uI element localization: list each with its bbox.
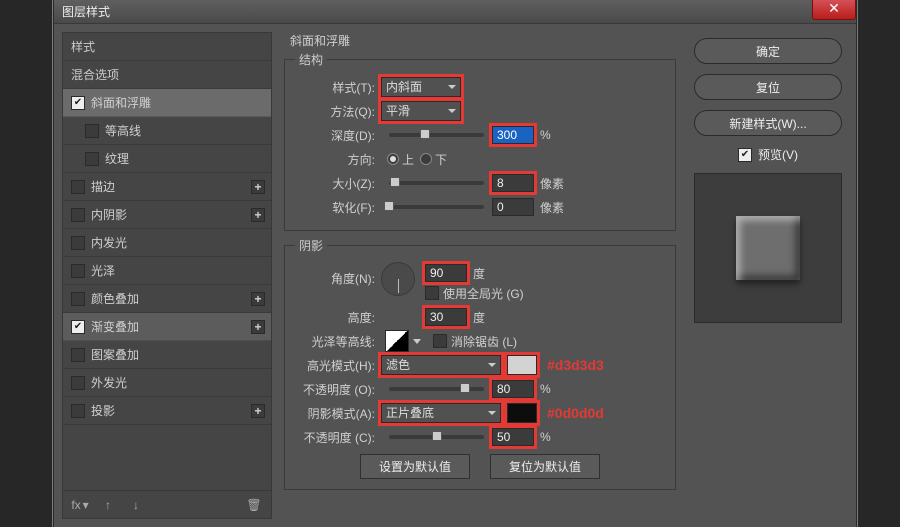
depth-slider[interactable] (389, 133, 484, 137)
shadow-mode-select[interactable]: 正片叠底 (381, 403, 501, 423)
style-item-bevel[interactable]: ✔ 斜面和浮雕 (63, 89, 271, 117)
style-item-texture[interactable]: 纹理 (63, 145, 271, 173)
checkbox-on-icon[interactable]: ✔ (71, 320, 85, 334)
new-style-button[interactable]: 新建样式(W)... (694, 110, 842, 136)
structure-group: 结构 样式(T): 内斜面 方法(Q): 平滑 深度(D): % 方向: (284, 51, 676, 231)
shadow-opacity-input[interactable] (492, 428, 534, 446)
style-item-drop-shadow[interactable]: 投影 + (63, 397, 271, 425)
move-up-icon[interactable]: ↑ (99, 496, 117, 514)
checkbox-icon[interactable] (85, 124, 99, 138)
checkbox-icon[interactable] (71, 180, 85, 194)
size-slider[interactable] (389, 181, 484, 185)
highlight-mode-select[interactable]: 滤色 (381, 355, 501, 375)
method-select[interactable]: 平滑 (381, 101, 461, 121)
styles-column: 样式 混合选项 ✔ 斜面和浮雕 等高线 纹理 描边 + (62, 32, 272, 519)
structure-legend: 结构 (295, 51, 327, 68)
checkbox-on-icon[interactable]: ✔ (738, 148, 752, 162)
annotation-text: #d3d3d3 (547, 357, 604, 373)
style-item-contour[interactable]: 等高线 (63, 117, 271, 145)
trash-icon[interactable]: 🗑 (245, 496, 263, 514)
title-bar[interactable]: 图层样式 ✕ (54, 0, 856, 24)
shadow-legend: 阴影 (295, 237, 327, 254)
style-item-inner-shadow[interactable]: 内阴影 + (63, 201, 271, 229)
shadow-opacity-slider[interactable] (389, 435, 484, 439)
blend-options-header[interactable]: 混合选项 (63, 61, 271, 89)
reset-default-button[interactable]: 复位为默认值 (490, 454, 600, 479)
move-down-icon[interactable]: ↓ (127, 496, 145, 514)
checkbox-icon[interactable] (71, 264, 85, 278)
highlight-opacity-slider[interactable] (389, 387, 484, 391)
style-item-satin[interactable]: 光泽 (63, 257, 271, 285)
style-item-outer-glow[interactable]: 外发光 (63, 369, 271, 397)
annotation-text: #0d0d0d (547, 405, 604, 421)
highlight-opacity-input[interactable] (492, 380, 534, 398)
close-button[interactable]: ✕ (812, 0, 856, 20)
cancel-button[interactable]: 复位 (694, 74, 842, 100)
window-title: 图层样式 (62, 3, 110, 20)
checkbox-on-icon[interactable]: ✔ (71, 96, 85, 110)
add-instance-icon[interactable]: + (251, 208, 265, 222)
checkbox-icon[interactable] (71, 376, 85, 390)
list-footer: fx▾ ↑ ↓ 🗑 (63, 490, 271, 518)
altitude-input[interactable] (425, 308, 467, 326)
layer-style-dialog: 图层样式 ✕ 样式 混合选项 ✔ 斜面和浮雕 等高线 纹理 (54, 0, 856, 527)
angle-dial[interactable] (381, 262, 415, 296)
section-title: 斜面和浮雕 (290, 32, 676, 49)
ok-button[interactable]: 确定 (694, 38, 842, 64)
preview-toggle[interactable]: ✔ 预览(V) (738, 146, 798, 163)
global-light-checkbox[interactable] (425, 286, 439, 300)
style-item-stroke[interactable]: 描边 + (63, 173, 271, 201)
style-item-pattern-overlay[interactable]: 图案叠加 (63, 341, 271, 369)
right-column: 确定 复位 新建样式(W)... ✔ 预览(V) (688, 32, 848, 519)
set-default-button[interactable]: 设置为默认值 (360, 454, 470, 479)
size-input[interactable] (492, 174, 534, 192)
highlight-color-swatch[interactable] (507, 355, 537, 375)
chevron-down-icon[interactable] (413, 339, 421, 344)
preview-swatch (736, 216, 800, 280)
soften-input[interactable] (492, 198, 534, 216)
add-instance-icon[interactable]: + (251, 404, 265, 418)
add-instance-icon[interactable]: + (251, 320, 265, 334)
angle-input[interactable] (425, 264, 467, 282)
add-instance-icon[interactable]: + (251, 180, 265, 194)
direction-down-radio[interactable] (420, 153, 432, 165)
checkbox-icon[interactable] (71, 236, 85, 250)
preview-box (694, 173, 842, 323)
soften-slider[interactable] (389, 205, 484, 209)
settings-column: 斜面和浮雕 结构 样式(T): 内斜面 方法(Q): 平滑 深度(D): % (284, 32, 676, 519)
style-item-inner-glow[interactable]: 内发光 (63, 229, 271, 257)
style-select[interactable]: 内斜面 (381, 77, 461, 97)
checkbox-icon[interactable] (71, 208, 85, 222)
style-item-color-overlay[interactable]: 颜色叠加 + (63, 285, 271, 313)
antialias-checkbox[interactable] (433, 334, 447, 348)
style-item-gradient-overlay[interactable]: ✔ 渐变叠加 + (63, 313, 271, 341)
checkbox-icon[interactable] (85, 152, 99, 166)
shadow-color-swatch[interactable] (507, 403, 537, 423)
checkbox-icon[interactable] (71, 404, 85, 418)
fx-menu-icon[interactable]: fx▾ (71, 496, 89, 514)
checkbox-icon[interactable] (71, 292, 85, 306)
checkbox-icon[interactable] (71, 348, 85, 362)
gloss-contour-picker[interactable] (385, 330, 409, 352)
add-instance-icon[interactable]: + (251, 292, 265, 306)
shadow-group: 阴影 角度(N): 度 使用全局光 (G) (284, 237, 676, 490)
styles-header[interactable]: 样式 (63, 33, 271, 61)
direction-up-radio[interactable] (387, 153, 399, 165)
styles-list: 样式 混合选项 ✔ 斜面和浮雕 等高线 纹理 描边 + (62, 32, 272, 519)
depth-input[interactable] (492, 126, 534, 144)
